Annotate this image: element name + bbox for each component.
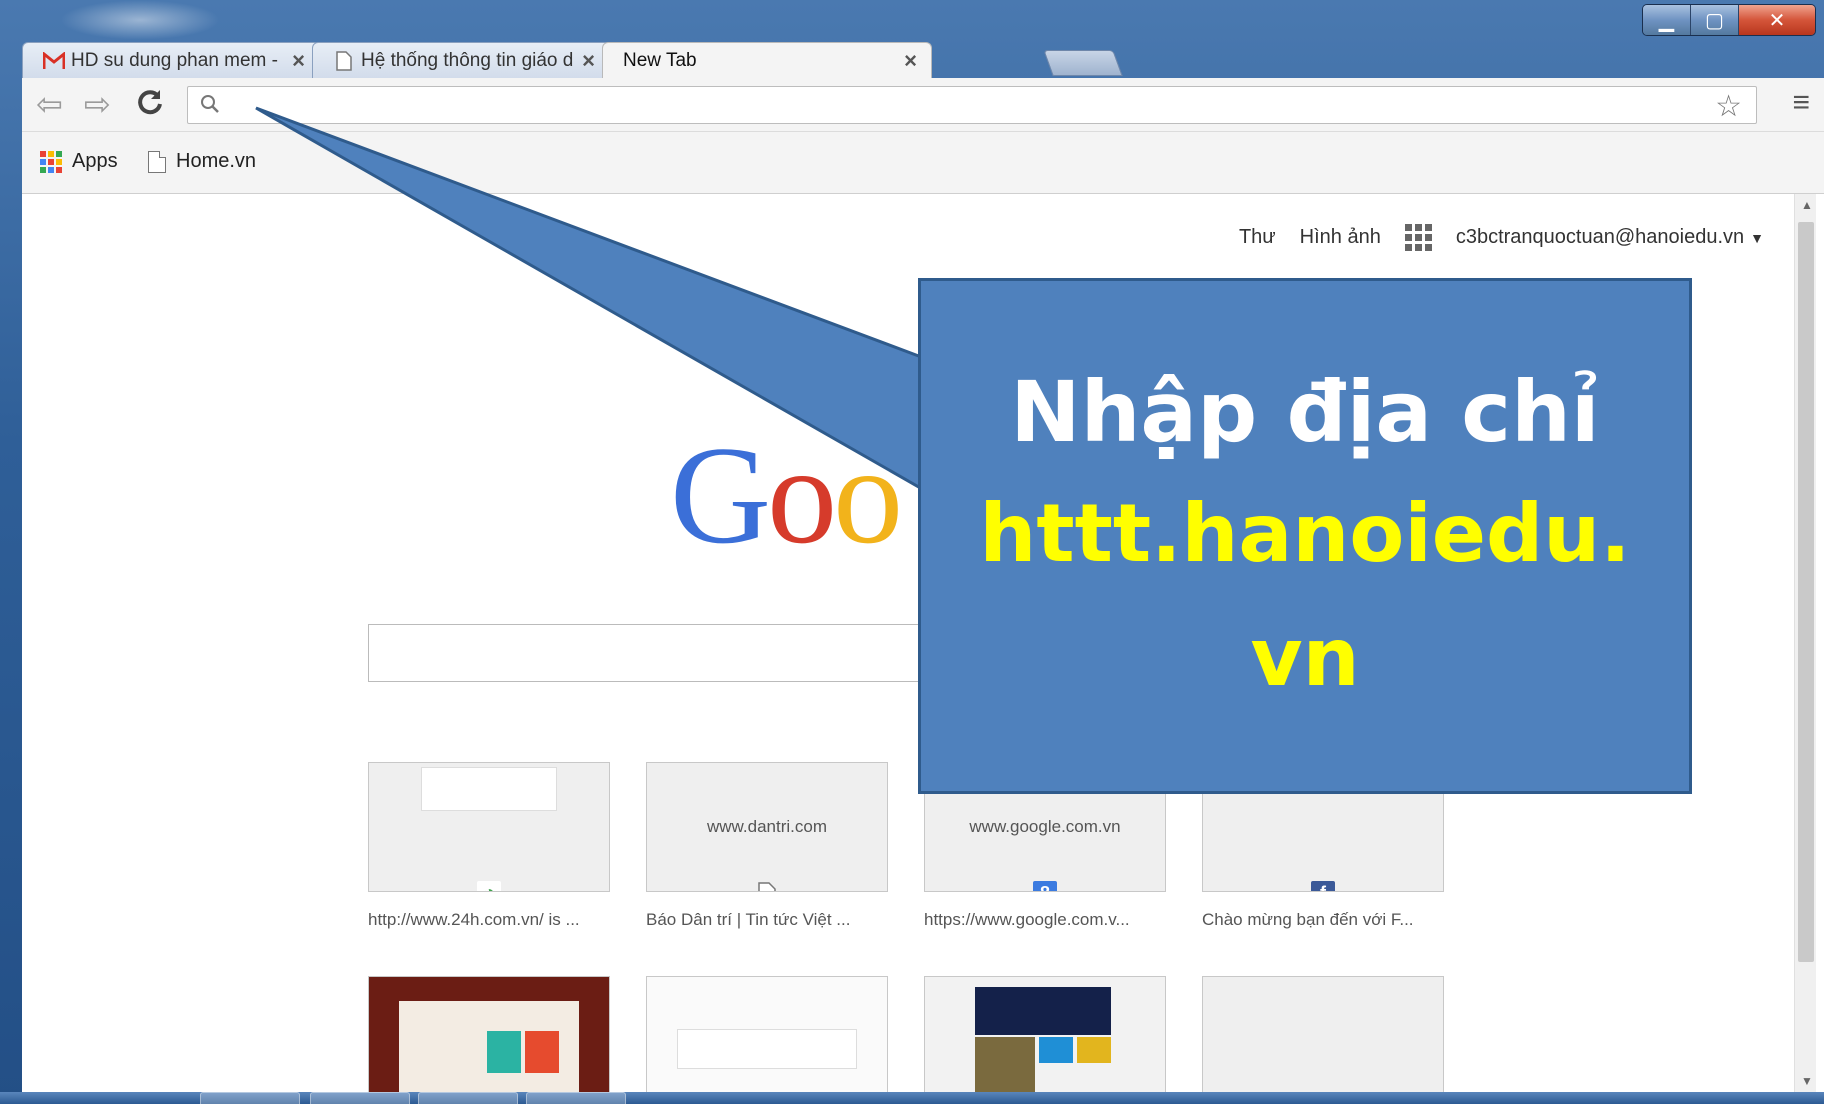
instruction-callout: Nhập địa chỉ httt.hanoiedu. vn	[918, 278, 1692, 794]
browser-window: ▁ ▢ ✕ HD su dung phan mem - × Hệ thống t…	[0, 0, 1824, 1104]
callout-url-line-2: vn	[1250, 611, 1360, 704]
callout-line-1: Nhập địa chỉ	[1010, 363, 1600, 461]
callout-url-line-1: httt.hanoiedu.	[979, 487, 1631, 580]
